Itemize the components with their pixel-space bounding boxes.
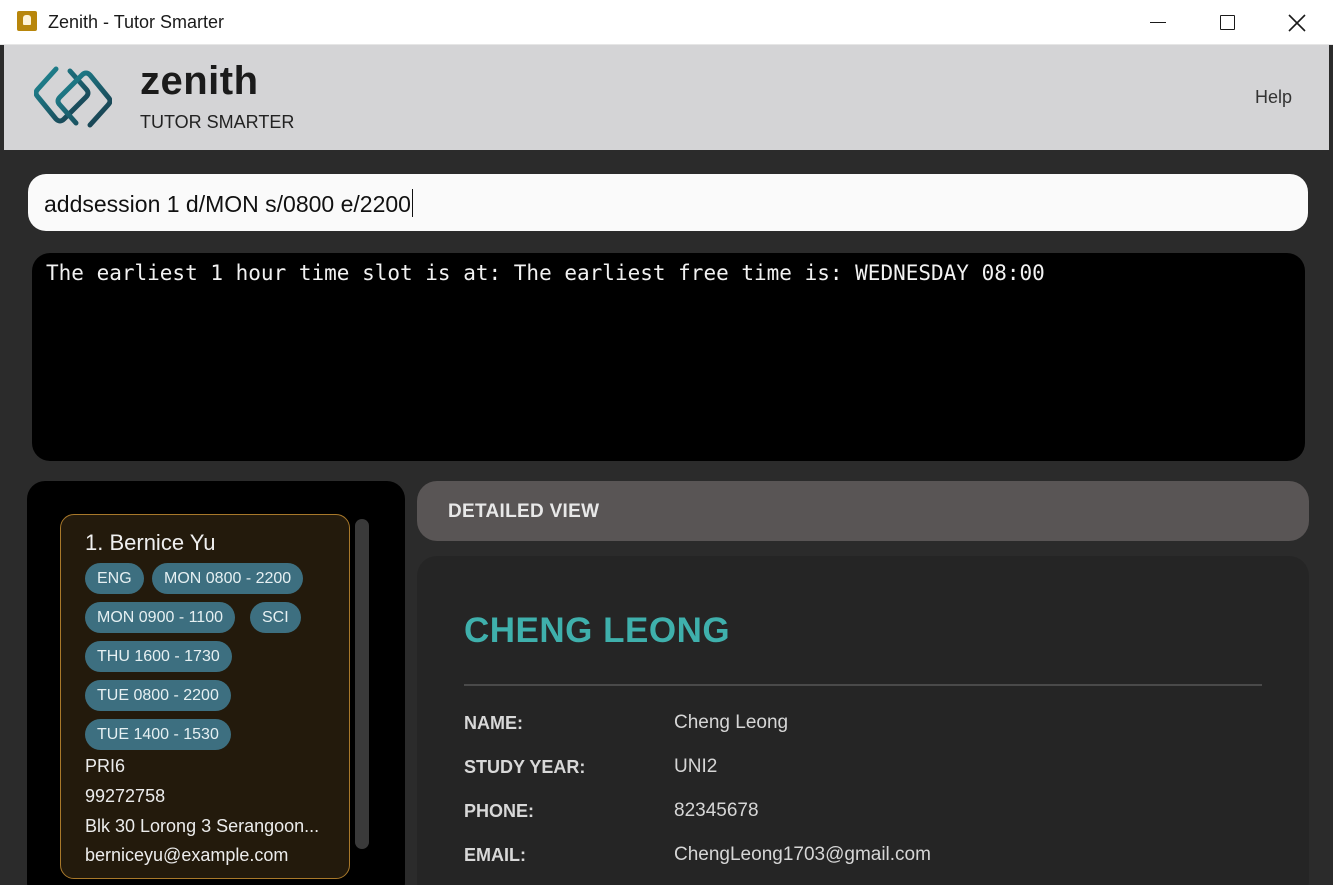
student-level: PRI6: [85, 756, 126, 776]
student-tag: ENG: [85, 563, 144, 594]
detailed-view-label: DETAILED VIEW: [448, 501, 600, 522]
student-tag: MON 0900 - 1100: [85, 602, 235, 633]
student-phone: 99272758: [85, 786, 166, 806]
command-box[interactable]: addsession 1 d/MON s/0800 e/2200: [28, 174, 1308, 231]
field-value-email: ChengLeong1703@gmail.com: [674, 844, 931, 865]
divider: [464, 684, 1262, 686]
detailed-view-header: DETAILED VIEW: [417, 481, 1309, 541]
minimize-button[interactable]: [1123, 0, 1193, 45]
result-display: The earliest 1 hour time slot is at: The…: [32, 253, 1305, 461]
student-name: 1. Bernice Yu: [85, 530, 216, 555]
window-title: Zenith - Tutor Smarter: [48, 12, 225, 32]
app-header: zenith TUTOR SMARTER Help: [4, 45, 1329, 150]
command-input[interactable]: addsession 1 d/MON s/0800 e/2200: [44, 189, 414, 218]
help-menu[interactable]: Help: [1255, 87, 1292, 108]
student-tag: MON 0800 - 2200: [152, 563, 304, 594]
app-icon: [17, 11, 37, 31]
student-tag: SCI: [250, 602, 301, 633]
minimize-icon: [1150, 21, 1166, 24]
field-value-study-year: UNI2: [674, 756, 718, 777]
detail-title: CHENG LEONG: [464, 611, 731, 650]
maximize-icon: [1219, 15, 1235, 30]
zenith-logo-icon: [34, 66, 112, 128]
close-icon: [1288, 13, 1306, 32]
brand-name: zenith: [140, 59, 259, 103]
student-tag: THU 1600 - 1730: [85, 641, 232, 672]
field-label-phone: PHONE:: [464, 801, 535, 821]
field-label-name: NAME:: [464, 713, 523, 733]
command-input-text: addsession 1 d/MON s/0800 e/2200: [44, 191, 411, 217]
maximize-button[interactable]: [1192, 0, 1262, 45]
window-title-bar: Zenith - Tutor Smarter: [0, 0, 1333, 45]
student-address: Blk 30 Lorong 3 Serangoon...: [85, 816, 320, 836]
field-value-name: Cheng Leong: [674, 712, 789, 733]
student-list-scrollbar[interactable]: [355, 519, 369, 849]
text-caret: [411, 189, 414, 217]
field-value-phone: 82345678: [674, 800, 759, 821]
detailed-view-panel: CHENG LEONG NAME: Cheng Leong STUDY YEAR…: [417, 556, 1309, 885]
student-card[interactable]: 1. Bernice Yu ENG MON 0800 - 2200 MON 09…: [60, 514, 350, 879]
student-tag: TUE 1400 - 1530: [85, 719, 231, 750]
student-tag: TUE 0800 - 2200: [85, 680, 231, 711]
student-list-panel: 1. Bernice Yu ENG MON 0800 - 2200 MON 09…: [27, 481, 405, 885]
field-label-email: EMAIL:: [464, 845, 526, 865]
close-button[interactable]: [1262, 0, 1332, 45]
field-label-study-year: STUDY YEAR:: [464, 757, 586, 777]
student-email: berniceyu@example.com: [85, 845, 289, 865]
result-message: The earliest 1 hour time slot is at: The…: [46, 261, 1045, 285]
brand-tagline: TUTOR SMARTER: [140, 112, 295, 132]
